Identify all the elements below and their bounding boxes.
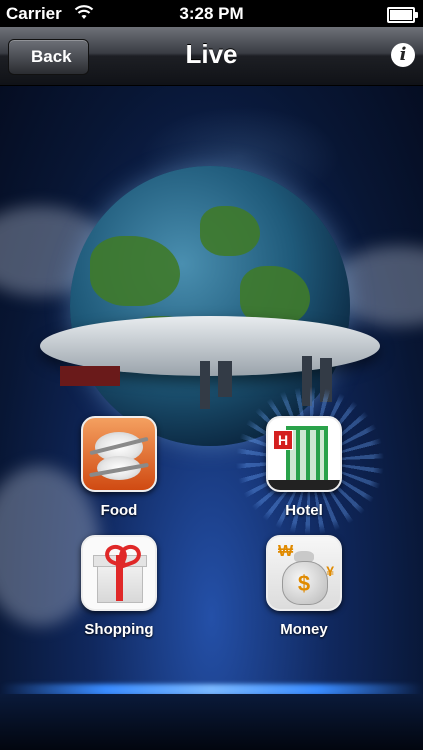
info-icon[interactable]: i [391, 43, 415, 67]
gift-icon[interactable] [81, 535, 157, 611]
shopping-label: Shopping [84, 621, 154, 638]
page-title: Live [185, 39, 238, 69]
vehicle [60, 366, 120, 386]
shopping-app[interactable]: Shopping [59, 535, 179, 638]
money-app[interactable]: ₩ $ ¥ Money [244, 535, 364, 638]
money-bag-icon[interactable]: ₩ $ ¥ [266, 535, 342, 611]
money-label: Money [280, 621, 328, 638]
hotel-app[interactable]: H Hotel [244, 416, 364, 519]
status-bar: Carrier 3:28 PM [0, 0, 423, 27]
hotel-label: Hotel [285, 502, 323, 519]
bottom-bar [0, 694, 423, 750]
building [218, 361, 232, 397]
hotel-sign: H [273, 430, 293, 450]
plate-icon[interactable] [81, 416, 157, 492]
hotel-icon[interactable]: H [266, 416, 342, 492]
food-label: Food [100, 502, 138, 519]
yen-symbol: ¥ [326, 563, 334, 579]
won-symbol: ₩ [278, 543, 294, 560]
navigation-bar: Back Live i [0, 27, 423, 86]
food-app[interactable]: Food [59, 416, 179, 519]
building [200, 361, 210, 409]
battery-icon [387, 7, 418, 23]
clock: 3:28 PM [179, 4, 244, 23]
dollar-symbol: $ [297, 571, 311, 596]
main-content: Food H Hotel Shopping ₩ $ ¥ Money [0, 86, 423, 750]
